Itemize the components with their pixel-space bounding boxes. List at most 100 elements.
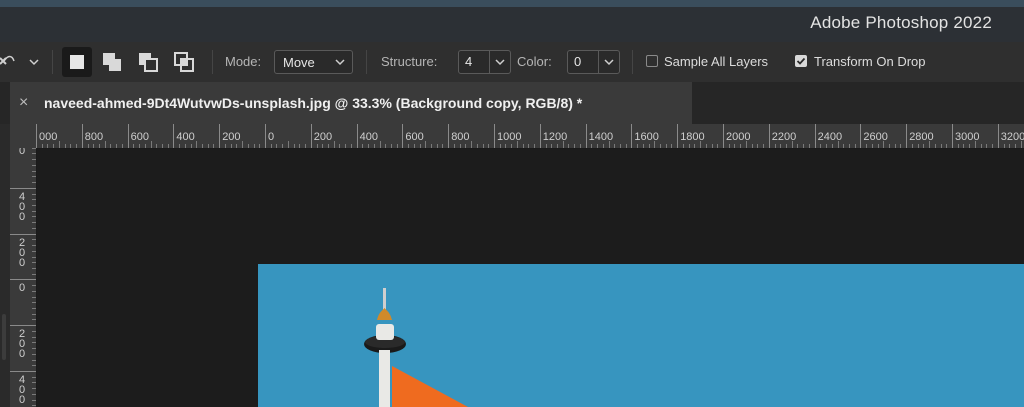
new-selection-button[interactable] [62,47,92,77]
ruler-minor-tick [179,144,181,148]
ruler-minor-tick [837,141,839,148]
options-separator [52,50,53,74]
ruler-minor-tick [299,144,301,148]
ruler-origin[interactable] [10,124,37,149]
transform-on-drop-label[interactable]: Transform On Drop [814,54,926,69]
ruler-minor-tick [32,193,36,195]
ruler-minor-tick [121,144,123,148]
ruler-minor-tick [619,144,621,148]
ruler-minor-tick [556,144,558,148]
ruler-minor-tick [32,262,36,264]
ruler-minor-tick [368,144,370,148]
ruler-major-tick [448,124,450,148]
ruler-minor-tick [562,141,564,148]
options-separator [632,50,633,74]
ruler-minor-tick [350,144,352,148]
ruler-major-tick [723,124,724,148]
ruler-minor-tick [665,144,667,148]
color-dropdown[interactable] [598,51,619,73]
subtract-from-selection-button[interactable] [136,50,160,74]
content-aware-move-icon [0,55,15,65]
sample-all-layers-checkbox[interactable] [646,55,658,67]
ruler-minor-tick [574,144,576,148]
tool-preset-picker[interactable] [0,42,44,82]
ruler-minor-tick [408,144,410,148]
ruler-minor-tick [345,144,347,148]
ruler-tick-label: 800 [84,131,104,143]
ruler-minor-tick [70,144,72,148]
ruler-minor-tick [877,144,879,148]
ruler-major-tick [10,187,36,189]
ruler-minor-tick [911,144,913,148]
ruler-minor-tick [866,144,868,148]
ruler-tick-label: 800 [451,131,470,143]
ruler-minor-tick [694,144,696,148]
ruler-minor-tick [32,199,36,201]
app-title-bar: Adobe Photoshop 2022 [0,0,1024,42]
color-field[interactable]: 0 [567,50,620,74]
transform-on-drop-checkbox[interactable] [795,55,807,67]
document-tab-title: naveed-ahmed-9Dt4WutvwDs-unsplash.jpg @ … [44,95,583,111]
add-to-selection-icon [103,53,121,71]
ruler-minor-tick [32,382,36,384]
structure-label: Structure: [381,54,438,69]
ruler-minor-tick [110,144,112,148]
ruler-minor-tick [196,141,198,148]
ruler-minor-tick [213,144,215,148]
ruler-minor-tick [740,144,742,148]
ruler-minor-tick [270,144,272,148]
ruler-minor-tick [986,144,988,148]
ruler-major-tick [631,124,633,148]
ruler-minor-tick [808,144,810,148]
ruler-minor-tick [327,144,329,148]
ruler-minor-tick [871,144,873,148]
add-to-selection-button[interactable] [100,50,124,74]
ruler-minor-tick [373,144,375,148]
ruler-minor-tick [32,182,36,184]
ruler-minor-tick [190,144,192,148]
ruler-minor-tick [642,144,644,148]
panel-edge-handle[interactable] [2,314,6,360]
ruler-minor-tick [757,144,759,148]
sample-all-layers-label[interactable]: Sample All Layers [664,54,768,69]
ruler-minor-tick [671,144,673,148]
ruler-minor-tick [32,388,36,390]
ruler-minor-tick [32,353,36,355]
ruler-minor-tick [780,144,782,148]
document-image[interactable] [258,264,1024,407]
ruler-tick-label: 0 [18,282,26,295]
ruler-minor-tick [963,144,965,148]
ruler-minor-tick [883,141,885,148]
ruler-major-tick [265,124,266,148]
ruler-minor-tick [247,144,249,148]
options-separator [212,50,213,74]
ruler-major-tick [585,124,587,148]
ruler-major-tick [539,124,541,148]
horizontal-ruler[interactable]: 000 800 600 400 200 0 200 400 600 800 1000 1200 1400… [36,124,1024,149]
ruler-minor-tick [224,144,226,148]
vertical-ruler[interactable]: 04002000200400 [10,148,37,407]
intersect-selection-button[interactable] [172,50,196,74]
ruler-minor-tick [894,144,896,148]
ruler-tick-label: 0 [268,131,275,143]
ruler-major-tick [10,371,36,372]
ruler-minor-tick [545,144,547,148]
structure-field[interactable]: 4 [458,50,511,74]
color-value: 0 [574,54,582,69]
ruler-minor-tick [316,144,318,148]
ruler-major-tick [10,233,36,235]
ruler-minor-tick [32,319,36,321]
close-icon[interactable]: × [19,94,28,112]
ruler-minor-tick [32,273,36,275]
mode-label: Mode: [225,54,262,69]
mode-select[interactable]: Move [274,50,353,74]
ruler-minor-tick [242,141,244,148]
ruler-tick-label: 200 [222,131,241,143]
ruler-minor-tick [929,141,931,148]
ruler-minor-tick [282,144,284,148]
ruler-major-tick [814,124,816,148]
ruler-tick-label: 0 [18,348,26,361]
structure-dropdown[interactable] [489,51,510,73]
ruler-minor-tick [734,144,736,148]
document-tab[interactable]: × naveed-ahmed-9Dt4WutvwDs-unsplash.jpg … [10,82,692,124]
